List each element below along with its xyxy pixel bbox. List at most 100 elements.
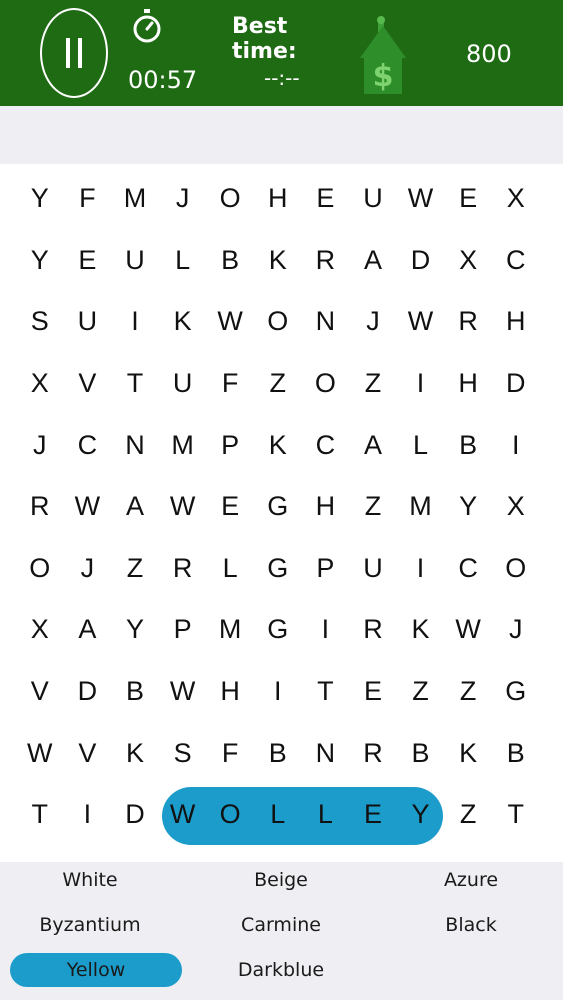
- grid-cell[interactable]: R: [159, 538, 207, 600]
- grid-cell[interactable]: Z: [349, 353, 397, 415]
- grid-cell[interactable]: O: [206, 784, 254, 846]
- grid-cell[interactable]: A: [64, 599, 112, 661]
- grid-cell[interactable]: R: [16, 476, 64, 538]
- grid-cell[interactable]: Y: [111, 599, 159, 661]
- grid-cell[interactable]: O: [254, 291, 302, 353]
- grid-cell[interactable]: A: [111, 476, 159, 538]
- grid-cell[interactable]: W: [159, 476, 207, 538]
- grid-cell[interactable]: G: [254, 476, 302, 538]
- grid-cell[interactable]: X: [492, 168, 540, 230]
- grid-cell[interactable]: L: [302, 784, 350, 846]
- grid-cell[interactable]: X: [492, 476, 540, 538]
- grid-cell[interactable]: H: [206, 661, 254, 723]
- grid-cell[interactable]: N: [302, 722, 350, 784]
- grid-cell[interactable]: K: [444, 722, 492, 784]
- grid-cell[interactable]: K: [397, 599, 445, 661]
- grid-cell[interactable]: D: [397, 230, 445, 292]
- grid-cell[interactable]: J: [349, 291, 397, 353]
- grid-cell[interactable]: J: [64, 538, 112, 600]
- grid-cell[interactable]: U: [111, 230, 159, 292]
- grid-cell[interactable]: B: [444, 414, 492, 476]
- grid-cell[interactable]: W: [397, 168, 445, 230]
- grid-cell[interactable]: E: [349, 661, 397, 723]
- grid-cell[interactable]: L: [206, 538, 254, 600]
- grid-cell[interactable]: Z: [444, 784, 492, 846]
- grid-cell[interactable]: I: [492, 414, 540, 476]
- grid-cell[interactable]: R: [349, 599, 397, 661]
- grid-cell[interactable]: K: [254, 230, 302, 292]
- grid-cell[interactable]: V: [16, 661, 64, 723]
- grid-cell[interactable]: K: [159, 291, 207, 353]
- grid-cell[interactable]: Z: [254, 353, 302, 415]
- grid-cell[interactable]: P: [302, 538, 350, 600]
- grid-cell[interactable]: C: [444, 538, 492, 600]
- grid-cell[interactable]: H: [444, 353, 492, 415]
- grid-cell[interactable]: Y: [397, 784, 445, 846]
- grid-cell[interactable]: G: [254, 538, 302, 600]
- grid-cell[interactable]: B: [397, 722, 445, 784]
- grid-cell[interactable]: P: [159, 599, 207, 661]
- grid-cell[interactable]: N: [111, 414, 159, 476]
- grid-cell[interactable]: U: [349, 538, 397, 600]
- grid-cell[interactable]: Z: [111, 538, 159, 600]
- grid-cell[interactable]: F: [64, 168, 112, 230]
- grid-cell[interactable]: D: [492, 353, 540, 415]
- grid-cell[interactable]: K: [111, 722, 159, 784]
- grid-cell[interactable]: G: [492, 661, 540, 723]
- grid-cell[interactable]: B: [111, 661, 159, 723]
- grid-cell[interactable]: X: [16, 353, 64, 415]
- grid-cell[interactable]: X: [444, 230, 492, 292]
- grid-cell[interactable]: A: [349, 414, 397, 476]
- grid-cell[interactable]: I: [397, 538, 445, 600]
- grid-cell[interactable]: J: [492, 599, 540, 661]
- grid-cell[interactable]: I: [111, 291, 159, 353]
- grid-cell[interactable]: Y: [16, 230, 64, 292]
- grid-cell[interactable]: T: [111, 353, 159, 415]
- grid-cell[interactable]: M: [111, 168, 159, 230]
- grid-cell[interactable]: Z: [444, 661, 492, 723]
- grid-cell[interactable]: Y: [16, 168, 64, 230]
- pause-button[interactable]: [40, 8, 108, 98]
- grid-cell[interactable]: N: [302, 291, 350, 353]
- grid-cell[interactable]: L: [254, 784, 302, 846]
- grid-cell[interactable]: Y: [444, 476, 492, 538]
- grid-cell[interactable]: B: [206, 230, 254, 292]
- grid-cell[interactable]: O: [16, 538, 64, 600]
- grid-cell[interactable]: S: [159, 722, 207, 784]
- grid-cell[interactable]: H: [302, 476, 350, 538]
- grid-cell[interactable]: W: [16, 722, 64, 784]
- grid-cell[interactable]: M: [206, 599, 254, 661]
- grid-cell[interactable]: L: [397, 414, 445, 476]
- grid-cell[interactable]: V: [64, 353, 112, 415]
- grid-cell[interactable]: H: [492, 291, 540, 353]
- grid-cell[interactable]: J: [159, 168, 207, 230]
- grid-cell[interactable]: V: [64, 722, 112, 784]
- grid-cell[interactable]: E: [302, 168, 350, 230]
- grid-cell[interactable]: R: [444, 291, 492, 353]
- grid-cell[interactable]: B: [254, 722, 302, 784]
- grid-cell[interactable]: I: [64, 784, 112, 846]
- grid-cell[interactable]: E: [206, 476, 254, 538]
- grid-cell[interactable]: F: [206, 722, 254, 784]
- grid-cell[interactable]: W: [64, 476, 112, 538]
- grid-cell[interactable]: O: [492, 538, 540, 600]
- grid-cell[interactable]: T: [16, 784, 64, 846]
- grid-cell[interactable]: Z: [397, 661, 445, 723]
- grid-cell[interactable]: R: [302, 230, 350, 292]
- grid-cell[interactable]: I: [397, 353, 445, 415]
- grid-cell[interactable]: R: [349, 722, 397, 784]
- grid-cell[interactable]: D: [64, 661, 112, 723]
- grid-cell[interactable]: P: [206, 414, 254, 476]
- grid-cell[interactable]: O: [206, 168, 254, 230]
- grid-cell[interactable]: A: [349, 230, 397, 292]
- grid-cell[interactable]: J: [16, 414, 64, 476]
- grid-cell[interactable]: W: [159, 784, 207, 846]
- grid-cell[interactable]: M: [159, 414, 207, 476]
- grid-cell[interactable]: W: [397, 291, 445, 353]
- grid-cell[interactable]: F: [206, 353, 254, 415]
- home-dollar-icon[interactable]: $: [356, 14, 410, 98]
- grid-cell[interactable]: C: [302, 414, 350, 476]
- grid-cell[interactable]: W: [444, 599, 492, 661]
- grid-cell[interactable]: T: [492, 784, 540, 846]
- grid-cell[interactable]: O: [302, 353, 350, 415]
